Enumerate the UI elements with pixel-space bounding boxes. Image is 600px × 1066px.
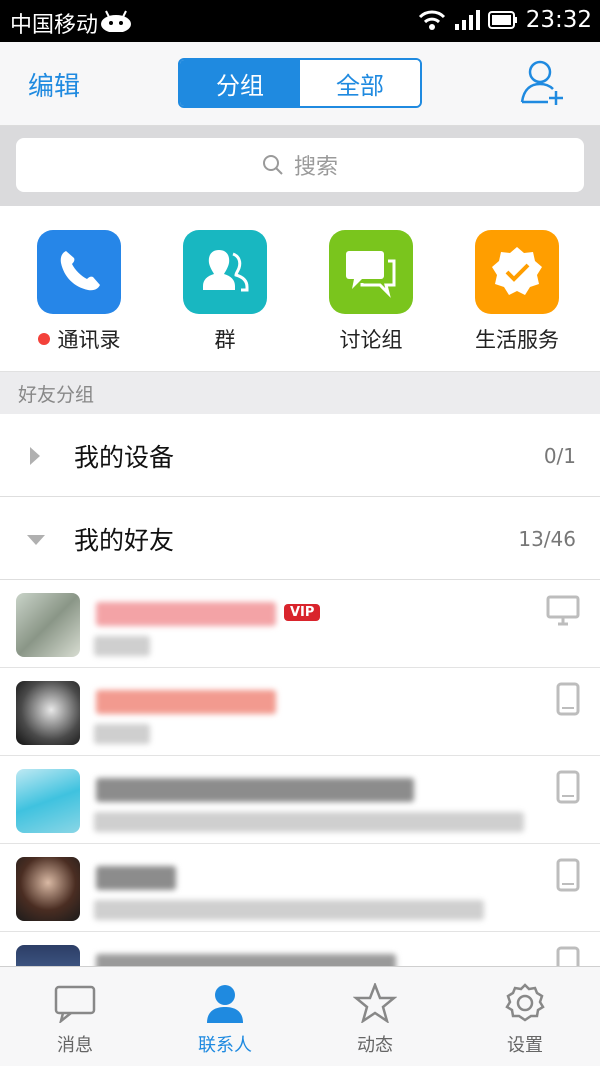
group-count: 13/46 bbox=[518, 527, 576, 551]
section-header: 好友分组 bbox=[0, 372, 600, 414]
edit-button[interactable]: 编辑 bbox=[28, 66, 80, 103]
vip-badge: VIP bbox=[284, 604, 321, 621]
avatar bbox=[16, 593, 80, 657]
android-icon bbox=[101, 10, 131, 32]
status-bar: 中国移动 23:32 bbox=[0, 0, 600, 42]
verified-badge-icon bbox=[475, 230, 559, 314]
friend-name-blurred bbox=[96, 866, 176, 890]
search-placeholder: 搜索 bbox=[293, 155, 338, 180]
tab-settings[interactable]: 设置 bbox=[450, 967, 600, 1066]
list-item[interactable]: VIP bbox=[0, 580, 600, 668]
phone-device-icon bbox=[556, 858, 580, 892]
tab-messages[interactable]: 消息 bbox=[0, 967, 150, 1066]
carrier-name: 中国移动 bbox=[10, 13, 99, 38]
tab-label: 联系人 bbox=[198, 1035, 252, 1056]
star-icon bbox=[352, 981, 398, 1024]
phone-device-icon bbox=[556, 682, 580, 716]
friend-status-blurred bbox=[94, 812, 524, 832]
friend-name-blurred bbox=[96, 690, 276, 714]
signal-icon bbox=[454, 10, 480, 30]
friend-name-blurred bbox=[96, 602, 276, 626]
list-item[interactable] bbox=[0, 668, 600, 756]
group-count: 0/1 bbox=[543, 444, 576, 468]
avatar bbox=[16, 857, 80, 921]
friend-status-blurred bbox=[94, 636, 150, 656]
groups-entry[interactable]: 群 bbox=[152, 230, 298, 354]
avatar bbox=[16, 681, 80, 745]
unread-dot bbox=[37, 333, 50, 345]
search-bar: 搜索 bbox=[0, 126, 600, 206]
tab-label: 动态 bbox=[357, 1035, 393, 1056]
chevron-down-icon bbox=[27, 535, 45, 545]
clock: 23:32 bbox=[525, 7, 592, 33]
group-icon bbox=[183, 230, 267, 314]
quick-label: 讨论组 bbox=[339, 328, 403, 352]
tab-moments[interactable]: 动态 bbox=[300, 967, 450, 1066]
tab-groups[interactable]: 分组 bbox=[180, 60, 300, 106]
friend-status-blurred bbox=[94, 900, 484, 920]
add-friend-icon[interactable] bbox=[518, 58, 568, 108]
search-input[interactable]: 搜索 bbox=[16, 138, 584, 192]
segmented-control: 分组 全部 bbox=[178, 58, 422, 108]
quick-entries: 通讯录 群 讨论组 生活服务 bbox=[0, 206, 600, 372]
discussion-entry[interactable]: 讨论组 bbox=[298, 230, 444, 354]
wifi-icon bbox=[418, 10, 445, 30]
quick-label: 群 bbox=[214, 328, 236, 352]
tab-label: 设置 bbox=[507, 1035, 543, 1056]
avatar bbox=[16, 769, 80, 833]
group-name: 我的设备 bbox=[74, 443, 175, 472]
chevron-right-icon bbox=[30, 447, 40, 465]
nav-header: 编辑 分组 全部 bbox=[0, 42, 600, 126]
search-icon bbox=[262, 155, 283, 175]
discussion-icon bbox=[329, 230, 413, 314]
group-name: 我的好友 bbox=[74, 526, 175, 555]
contacts-book-entry[interactable]: 通讯录 bbox=[6, 230, 152, 354]
list-item[interactable] bbox=[0, 756, 600, 844]
life-service-entry[interactable]: 生活服务 bbox=[444, 230, 590, 354]
phone-device-icon bbox=[556, 770, 580, 804]
phone-icon bbox=[37, 230, 121, 314]
message-icon bbox=[54, 985, 96, 1025]
group-my-friends[interactable]: 我的好友 13/46 bbox=[0, 497, 600, 580]
group-my-devices[interactable]: 我的设备 0/1 bbox=[0, 414, 600, 497]
tab-all[interactable]: 全部 bbox=[300, 60, 420, 106]
friend-status-blurred bbox=[94, 724, 150, 744]
battery-icon bbox=[487, 11, 517, 29]
quick-label: 通讯录 bbox=[57, 328, 121, 352]
list-item[interactable] bbox=[0, 844, 600, 932]
tab-contacts[interactable]: 联系人 bbox=[150, 967, 300, 1066]
gear-icon bbox=[505, 983, 545, 1022]
quick-label: 生活服务 bbox=[475, 328, 559, 352]
desktop-icon bbox=[546, 595, 580, 626]
contacts-icon bbox=[207, 985, 243, 1023]
tab-label: 消息 bbox=[57, 1035, 93, 1056]
bottom-tab-bar: 消息 联系人 动态 设置 bbox=[0, 966, 600, 1066]
friend-name-blurred bbox=[96, 778, 414, 802]
